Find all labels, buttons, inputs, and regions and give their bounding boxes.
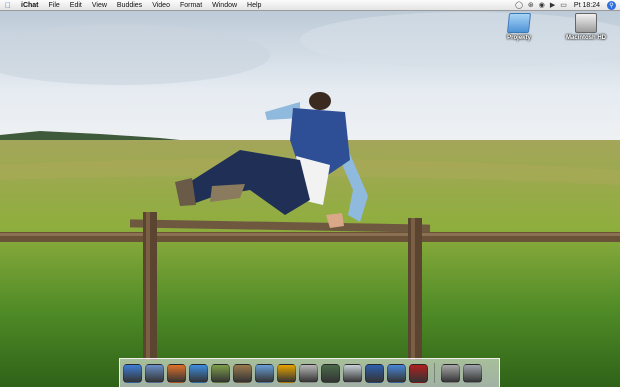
apple-icon[interactable]:  [0,1,16,10]
textedit-icon[interactable] [211,363,230,383]
desktop-icon-projekty[interactable]: Projekty [495,13,543,41]
bluetooth-icon[interactable]: ⊛ [528,0,534,11]
address-book-icon[interactable] [299,363,318,383]
battery-icon[interactable]: ▭ [560,0,567,11]
desktop-icon-label: Macintosh HD [565,35,606,41]
ichat-status-icon[interactable]: ◯ [515,0,523,11]
menu-extras: ◯ ⊛ ◉ ▶ ▭ Pt 18:24 ⚲ [515,0,620,11]
menu-window[interactable]: Window [207,0,242,11]
photo-booth-icon[interactable] [409,363,428,383]
menu-buddies[interactable]: Buddies [112,0,147,11]
menu-app-ichat[interactable]: iChat [16,0,44,11]
menu-video[interactable]: Video [147,0,175,11]
idvd-icon[interactable] [343,363,362,383]
ichat-icon[interactable] [189,363,208,383]
menu-edit[interactable]: Edit [65,0,87,11]
menu-help[interactable]: Help [242,0,266,11]
wifi-icon[interactable]: ◉ [539,0,545,11]
volume-icon[interactable]: ▶ [550,0,555,11]
vlc-icon[interactable] [277,363,296,383]
hard-drive-icon [575,13,597,33]
finder-icon[interactable] [123,363,142,383]
desktop-icon-macintosh-hd[interactable]: Macintosh HD [562,13,610,41]
trash-icon[interactable] [463,363,482,383]
firefox-icon[interactable] [167,363,186,383]
menu-view[interactable]: View [87,0,112,11]
menu-file[interactable]: File [44,0,65,11]
menu-bar:  iChat File Edit View Buddies Video For… [0,0,620,11]
dock [119,358,500,387]
iphoto-icon[interactable] [321,363,340,383]
imovie-icon[interactable] [365,363,384,383]
dictionary-icon[interactable] [233,363,252,383]
folder-icon [506,13,532,33]
itunes-icon[interactable] [387,363,406,383]
desktop-wallpaper [0,0,620,387]
desktop-icon-label: Projekty [507,35,531,41]
spotlight-icon[interactable]: ⚲ [607,0,616,10]
menu-format[interactable]: Format [175,0,207,11]
preview-icon[interactable] [145,363,164,383]
mail-icon[interactable] [255,363,274,383]
menu-clock[interactable]: Pt 18:24 [572,0,602,11]
disk-utility-icon[interactable] [441,363,460,383]
dock-separator [434,363,435,383]
